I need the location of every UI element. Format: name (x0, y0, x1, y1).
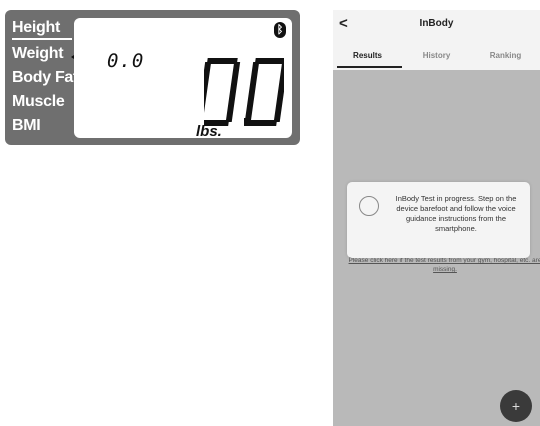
add-button[interactable]: + (500, 390, 532, 422)
lcd-screen: ᛒ 0.0 lbs. (74, 18, 292, 140)
tab-results[interactable]: Results (333, 51, 402, 60)
device-menu: Height Weight Body Fat Muscle BMI (12, 18, 79, 138)
tab-history[interactable]: History (402, 51, 471, 60)
tab-ranking[interactable]: Ranking (471, 51, 540, 60)
app-header: < InBody Results History Ranking (333, 10, 540, 70)
device-menu-muscle: Muscle (12, 93, 65, 110)
bluetooth-icon: ᛒ (274, 22, 286, 38)
device-menu-height: Height (12, 18, 72, 40)
big-reading (204, 58, 284, 126)
active-tab-indicator (337, 66, 402, 68)
device-menu-bmi: BMI (12, 117, 41, 134)
device-menu-body-fat: Body Fat (12, 69, 79, 86)
missing-results-link[interactable]: Please click here if the test results fr… (345, 256, 540, 274)
device-display-panel: Height Weight Body Fat Muscle BMI ᛒ 0.0 … (5, 10, 300, 145)
device-menu-weight: Weight (12, 45, 64, 62)
small-reading: 0.0 (107, 50, 145, 72)
phone-screen: < InBody Results History Ranking Please … (333, 10, 540, 426)
dialog-message: InBody Test in progress. Step on the dev… (395, 194, 517, 233)
loading-spinner-icon (359, 196, 379, 216)
unit-label: lbs. (196, 123, 222, 140)
progress-dialog: InBody Test in progress. Step on the dev… (347, 182, 530, 258)
page-title: InBody (419, 18, 454, 29)
